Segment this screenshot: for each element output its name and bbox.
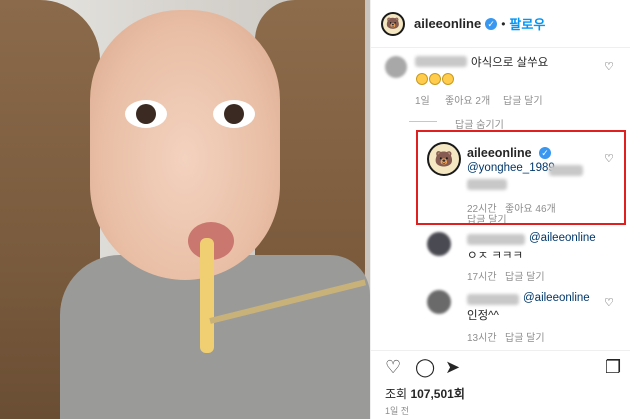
highlight-box [416,130,626,225]
author-username[interactable]: aileeonline [414,16,481,31]
comment-text: 야식으로 살쑤요 [471,57,549,69]
emoji-icon [442,72,454,85]
reply-reply-button[interactable]: 답글 달기 [505,329,545,344]
photo-shirt [60,255,370,419]
photo-eye-right [213,100,255,128]
comments-list: 야식으로 살쑤요 ♡ 1일 좋아요 2개 답글 달기 답글 숨기기 🐻 aile… [371,48,630,350]
replier-avatar[interactable] [427,232,451,256]
hide-replies-line [409,121,437,122]
photo-face [90,10,280,280]
post-panel: 🐻 aileeonline ✓ • 팔로우 야식으로 살쑤요 ♡ 1일 좋아요 … [370,0,630,419]
reply-time: 17시간 [467,272,497,283]
reply-text: 인정^^ [467,310,499,322]
header-separator: • [501,16,506,31]
post-header: 🐻 aileeonline ✓ • 팔로우 [371,0,630,48]
commenter-username-blurred[interactable] [415,56,467,67]
commenter-avatar[interactable] [385,56,407,78]
like-comment-heart-icon[interactable]: ♡ [604,60,614,73]
post-photo [0,0,370,419]
view-count[interactable]: 조회 107,501회 [385,385,465,402]
comment-reply-button[interactable]: 답글 달기 [503,92,543,107]
like-reply-heart-icon[interactable]: ♡ [604,296,614,309]
emoji-icon [429,72,441,85]
share-icon[interactable]: ➤ [445,357,460,378]
replier-username-blurred[interactable] [467,294,519,305]
verified-icon: ✓ [485,17,498,30]
like-heart-icon[interactable]: ♡ [385,357,401,378]
comment-emojis [415,70,454,88]
comment-icon[interactable]: ◯ [415,357,435,378]
replier-username-blurred[interactable] [467,234,525,245]
follow-button[interactable]: 팔로우 [509,14,545,33]
post-timestamp: 1일 전 [385,406,410,416]
reply-reply-button[interactable]: 답글 달기 [505,268,545,283]
hide-replies-button[interactable]: 답글 숨기기 [455,116,504,131]
photo-noodle [200,238,214,353]
comment-likes[interactable]: 좋아요 2개 [445,92,490,107]
emoji-icon [416,72,428,85]
author-avatar[interactable]: 🐻 [381,11,405,36]
reply-text: ㅇㅈ ㅋㅋㅋ [467,250,524,262]
views-number: 107,501회 [410,387,465,401]
reply-mention[interactable]: @aileeonline [523,292,590,304]
reply-time: 13시간 [467,333,497,344]
photo-eye-left [125,100,167,128]
post-actions: ♡ ◯ ➤ ❐ 조회 107,501회 1일 전 [371,350,630,419]
comment-time: 1일 [415,96,430,107]
replier-avatar[interactable] [427,290,451,314]
reply-mention[interactable]: @aileeonline [529,232,596,244]
views-label: 조회 [385,387,408,401]
bookmark-icon[interactable]: ❐ [605,357,621,378]
